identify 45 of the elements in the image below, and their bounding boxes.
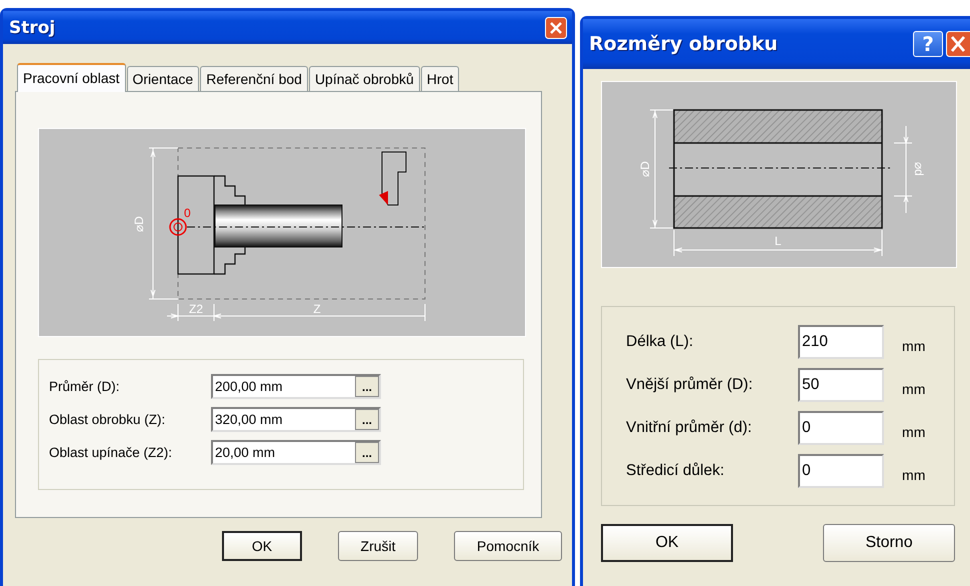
dialog-button[interactable]: Zrušit [338, 531, 418, 561]
window-title: Rozměry obrobku [589, 33, 778, 55]
browse-button[interactable]: ... [355, 409, 379, 430]
help-button[interactable]: ? [913, 31, 943, 57]
unit-label: mm [902, 381, 926, 397]
browse-button[interactable]: ... [355, 442, 379, 463]
unit-label: mm [902, 338, 926, 354]
tab[interactable]: Referenční bod [200, 66, 308, 91]
unit-label: mm [902, 467, 926, 483]
origin-label: 0 [184, 206, 191, 220]
tab[interactable]: Pracovní oblast [17, 63, 126, 92]
tab[interactable]: Upínač obrobků [308, 66, 420, 91]
dimension-label: ⌀d [912, 162, 926, 176]
dialog-button[interactable]: Storno [823, 524, 956, 562]
tab[interactable]: Hrot [420, 66, 460, 91]
tab[interactable]: Orientace [126, 66, 200, 91]
dialog-button[interactable]: OK [222, 531, 302, 561]
field-label: Vnější průměr (D): [626, 376, 754, 394]
dimension-label: ⌀D [132, 216, 146, 232]
dimension-label: Z [313, 302, 321, 316]
input-field[interactable]: 200,00 mm ... [211, 374, 381, 399]
input-field[interactable]: 20,00 mm ... [211, 440, 381, 465]
input-field[interactable]: 0 [798, 454, 884, 488]
dimension-label: Z2 [189, 302, 203, 316]
dialog-button[interactable]: OK [601, 524, 734, 562]
field-label: Středicí důlek: [626, 462, 726, 480]
dimension-label: L [774, 234, 782, 248]
input-field[interactable]: 320,00 mm ... [211, 407, 381, 432]
cutting-tool-icon [379, 152, 406, 206]
field-label: Oblast upínače (Z2): [49, 445, 174, 460]
dimension-label: ⌀D [638, 161, 652, 177]
browse-button[interactable]: ... [355, 376, 379, 397]
close-icon[interactable] [946, 31, 970, 57]
unit-label: mm [902, 424, 926, 440]
field-label: Vnitřní průměr (d): [626, 419, 753, 437]
input-field[interactable]: 0 [798, 411, 884, 445]
close-icon[interactable] [545, 16, 568, 38]
field-label: Průměr (D): [49, 379, 120, 394]
input-field[interactable]: 50 [798, 368, 884, 402]
field-label: Oblast obrobku (Z): [49, 412, 166, 427]
origin-marker-icon [169, 218, 187, 236]
input-field[interactable]: 210 [798, 325, 884, 359]
field-label: Délka (L): [626, 333, 694, 351]
window-title: Stroj [9, 18, 56, 38]
dialog-button[interactable]: Pomocník [454, 531, 562, 561]
